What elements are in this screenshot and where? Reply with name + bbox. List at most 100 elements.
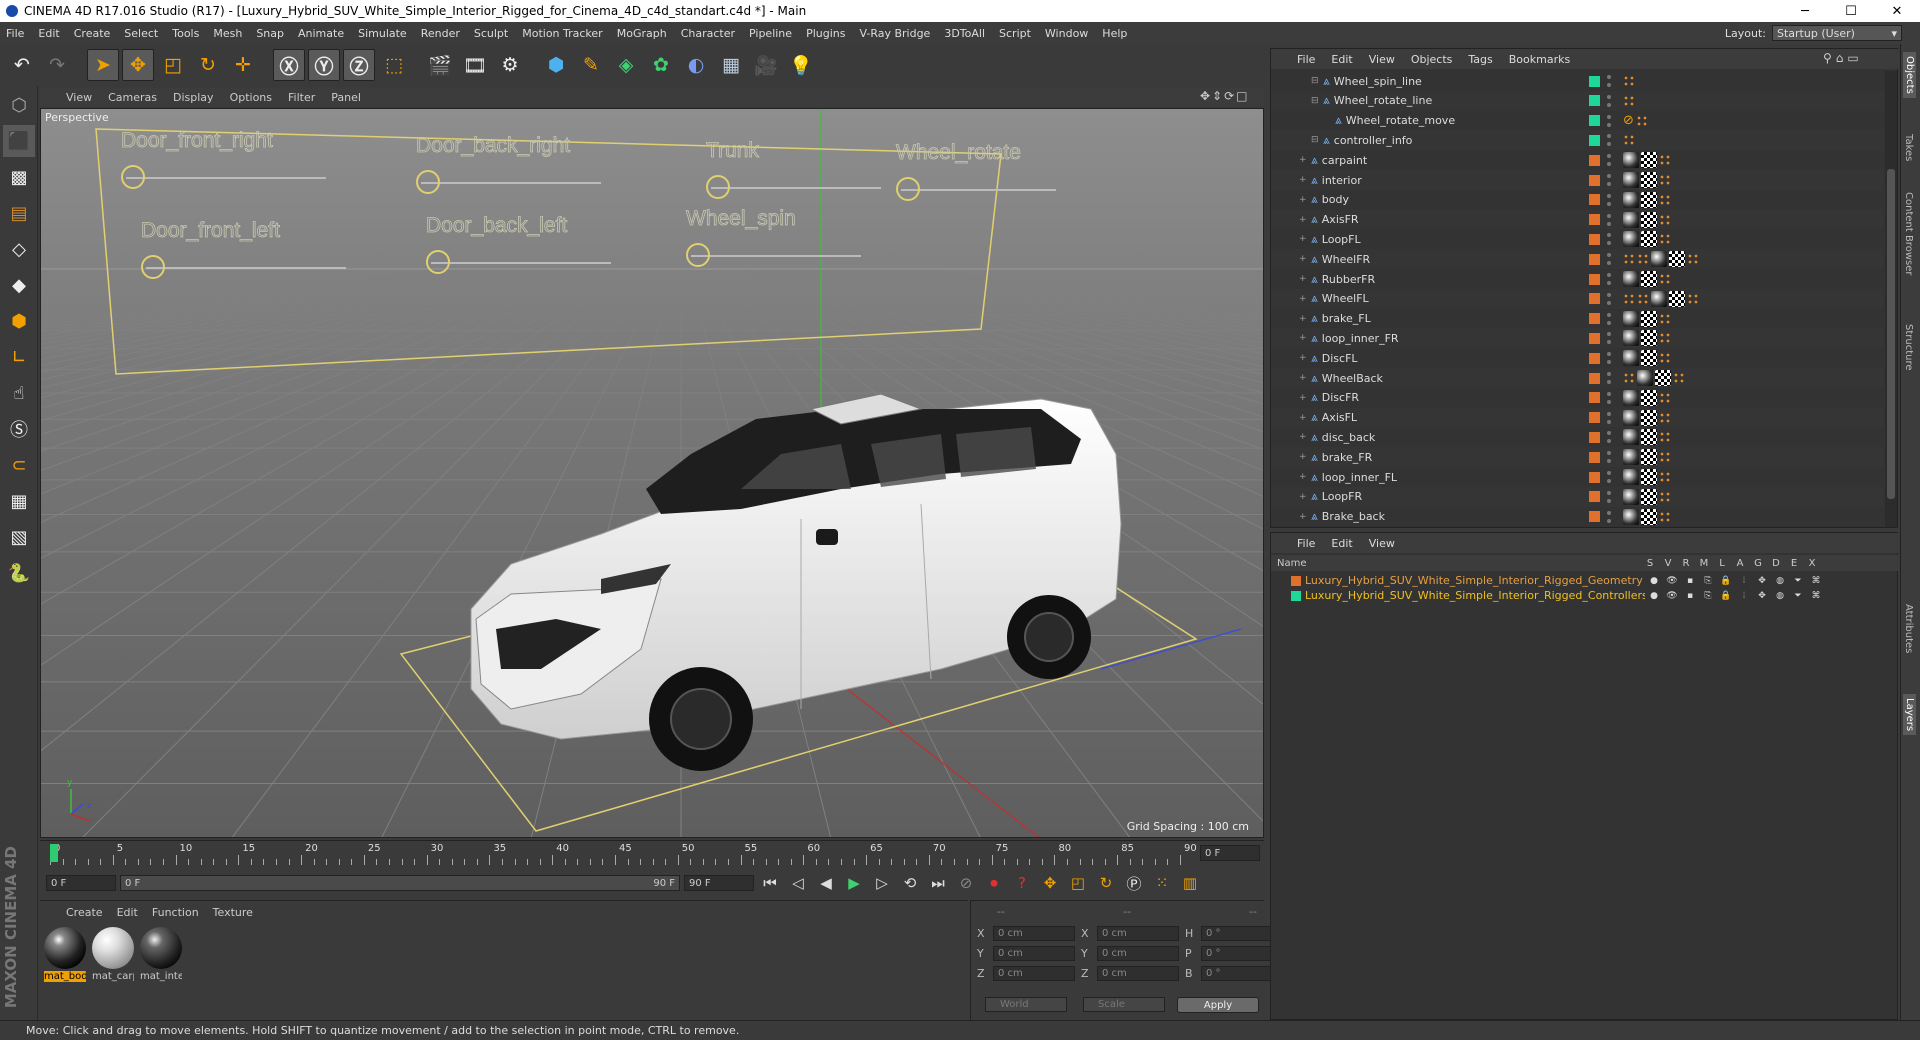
object-row[interactable]: + ⩓ body xyxy=(1271,189,1883,210)
menu-animate[interactable]: Animate xyxy=(298,27,344,40)
layer-flag-icon[interactable]: ⌘ xyxy=(1807,591,1825,601)
transform-tool-icon[interactable]: ✛ xyxy=(227,49,259,81)
coord-value-field[interactable]: 0 cm xyxy=(1097,925,1179,941)
end-frame-field[interactable]: 90 F xyxy=(684,875,754,891)
material-tag-icon[interactable] xyxy=(1623,469,1639,485)
object-row[interactable]: ⊟ ⩓ controller_info xyxy=(1271,130,1883,151)
object-menu-bookmarks[interactable]: Bookmarks xyxy=(1509,53,1570,66)
side-tab-content-browser[interactable]: Content Browser xyxy=(1903,192,1914,275)
selection-tag-icon[interactable] xyxy=(1659,451,1671,464)
scale-tool-icon[interactable]: ◰ xyxy=(157,49,189,81)
visibility-toggle[interactable] xyxy=(1607,233,1611,246)
expand-toggle-icon[interactable]: + xyxy=(1299,175,1307,185)
layer-flag-icon[interactable]: 🔒 xyxy=(1717,591,1735,601)
object-tags[interactable] xyxy=(1623,389,1671,406)
expand-toggle-icon[interactable]: + xyxy=(1299,234,1307,244)
layer-color-swatch[interactable] xyxy=(1589,313,1600,325)
object-row[interactable]: + ⩓ LoopFR xyxy=(1271,486,1883,507)
layer-flag-icon[interactable]: ✥ xyxy=(1753,591,1771,601)
material-tag-icon[interactable] xyxy=(1623,310,1639,327)
expand-toggle-icon[interactable]: + xyxy=(1299,195,1307,205)
object-tags[interactable] xyxy=(1623,409,1671,426)
layer-color-swatch[interactable] xyxy=(1589,293,1600,305)
object-row[interactable]: + ⩓ loop_inner_FR xyxy=(1271,328,1883,349)
viewport-nav-icons[interactable]: ✥⇕⟳□ xyxy=(1200,89,1250,103)
layer-flag-icon[interactable]: ⎘ xyxy=(1699,576,1717,586)
uvw-tag-icon[interactable] xyxy=(1669,251,1685,268)
layer-flag-icon[interactable]: ▪ xyxy=(1681,576,1699,586)
object-tags[interactable] xyxy=(1623,508,1671,525)
autokey-icon[interactable]: ? xyxy=(1010,871,1034,895)
material-menu-function[interactable]: Function xyxy=(152,906,199,919)
previous-keyframe-icon[interactable]: ◁ xyxy=(786,871,810,895)
material-tag-icon[interactable] xyxy=(1623,350,1639,367)
menu-help[interactable]: Help xyxy=(1102,27,1127,40)
object-row[interactable]: ⊟ ⩓ Wheel_rotate_line xyxy=(1271,90,1883,111)
close-button[interactable]: ✕ xyxy=(1874,0,1920,22)
layer-color-swatch[interactable] xyxy=(1589,174,1600,186)
material-menu-create[interactable]: Create xyxy=(66,906,103,919)
visibility-toggle[interactable] xyxy=(1607,490,1611,503)
layer-color-swatch[interactable] xyxy=(1589,451,1600,463)
layer-flag-icon[interactable]: 🔒 xyxy=(1717,576,1735,586)
key-pla-icon[interactable]: ⁙ xyxy=(1150,871,1174,895)
coordinate-system-icon[interactable]: ⬚ xyxy=(378,49,410,81)
perspective-viewport[interactable]: y z Door_front_right Door_back_right Trunk… xyxy=(40,108,1264,838)
material-tag-icon[interactable] xyxy=(1623,152,1639,169)
layer-color-swatch[interactable] xyxy=(1589,115,1600,127)
uvw-tag-icon[interactable] xyxy=(1669,290,1685,307)
menu-plugins[interactable]: Plugins xyxy=(806,27,845,40)
uvw-tag-icon[interactable] xyxy=(1655,370,1671,386)
visibility-toggle[interactable] xyxy=(1607,292,1611,305)
uvw-tag-icon[interactable] xyxy=(1641,508,1657,525)
controller-slider-track[interactable] xyxy=(421,182,601,184)
snap-icon[interactable]: Ⓢ xyxy=(3,413,35,445)
material-tag-icon[interactable] xyxy=(1623,330,1639,347)
selection-tag-icon[interactable] xyxy=(1623,253,1635,266)
viewport-menu-display[interactable]: Display xyxy=(173,91,214,104)
object-tags[interactable] xyxy=(1623,191,1671,208)
python-icon[interactable]: 🐍 xyxy=(3,557,35,589)
playhead-marker[interactable] xyxy=(50,844,58,862)
layer-menu-view[interactable]: View xyxy=(1369,537,1395,550)
visibility-toggle[interactable] xyxy=(1607,431,1611,444)
layer-color-swatch[interactable] xyxy=(1589,352,1600,364)
uvw-tag-icon[interactable] xyxy=(1641,330,1657,347)
redo-icon[interactable]: ↷ xyxy=(41,49,73,81)
axis-mode-icon[interactable]: ∟ xyxy=(3,341,35,373)
z-axis-lock-icon[interactable]: Ⓩ xyxy=(343,49,375,81)
object-menu-tags[interactable]: Tags xyxy=(1468,53,1492,66)
controller-slider-knob[interactable] xyxy=(426,250,450,274)
controller-slider-track[interactable] xyxy=(691,255,861,257)
visibility-toggle[interactable] xyxy=(1607,312,1611,325)
planar-workplane-icon[interactable]: ▧ xyxy=(3,521,35,553)
make-editable-icon[interactable]: ⬡ xyxy=(3,89,35,121)
layer-color-swatch[interactable] xyxy=(1589,75,1600,87)
selection-tag-icon[interactable] xyxy=(1659,213,1671,226)
layer-flag-icon[interactable]: ⦙ xyxy=(1735,591,1753,601)
object-tags[interactable] xyxy=(1623,469,1671,485)
layer-color-swatch[interactable] xyxy=(1589,471,1600,483)
rotate-tool-icon[interactable]: ↻ xyxy=(192,49,224,81)
controller-slider-knob[interactable] xyxy=(121,165,145,189)
object-row[interactable]: + ⩓ brake_FR xyxy=(1271,447,1883,468)
object-tags[interactable] xyxy=(1623,94,1635,107)
visibility-toggle[interactable] xyxy=(1607,471,1611,483)
render-picture-viewer-icon[interactable]: 🎞 xyxy=(459,49,491,81)
selection-tag-icon[interactable] xyxy=(1687,292,1699,305)
material-tag-icon[interactable] xyxy=(1623,389,1639,406)
expand-toggle-icon[interactable]: + xyxy=(1299,254,1307,264)
selection-tag-icon[interactable] xyxy=(1623,134,1635,147)
expand-toggle-icon[interactable]: ⊟ xyxy=(1311,96,1319,106)
selection-tag-icon[interactable] xyxy=(1623,94,1635,107)
controller-slider-track[interactable] xyxy=(711,187,881,189)
menu-mograph[interactable]: MoGraph xyxy=(617,27,667,40)
side-tab-attributes[interactable]: Attributes xyxy=(1903,604,1914,653)
object-tags[interactable] xyxy=(1623,271,1671,287)
visibility-toggle[interactable] xyxy=(1607,451,1611,464)
layer-color-swatch[interactable] xyxy=(1589,392,1600,404)
expand-toggle-icon[interactable]: + xyxy=(1299,472,1307,482)
material-tag-icon[interactable] xyxy=(1637,370,1653,386)
loop-icon[interactable]: ⟲ xyxy=(898,871,922,895)
layer-flag-icon[interactable]: ⌘ xyxy=(1807,576,1825,586)
